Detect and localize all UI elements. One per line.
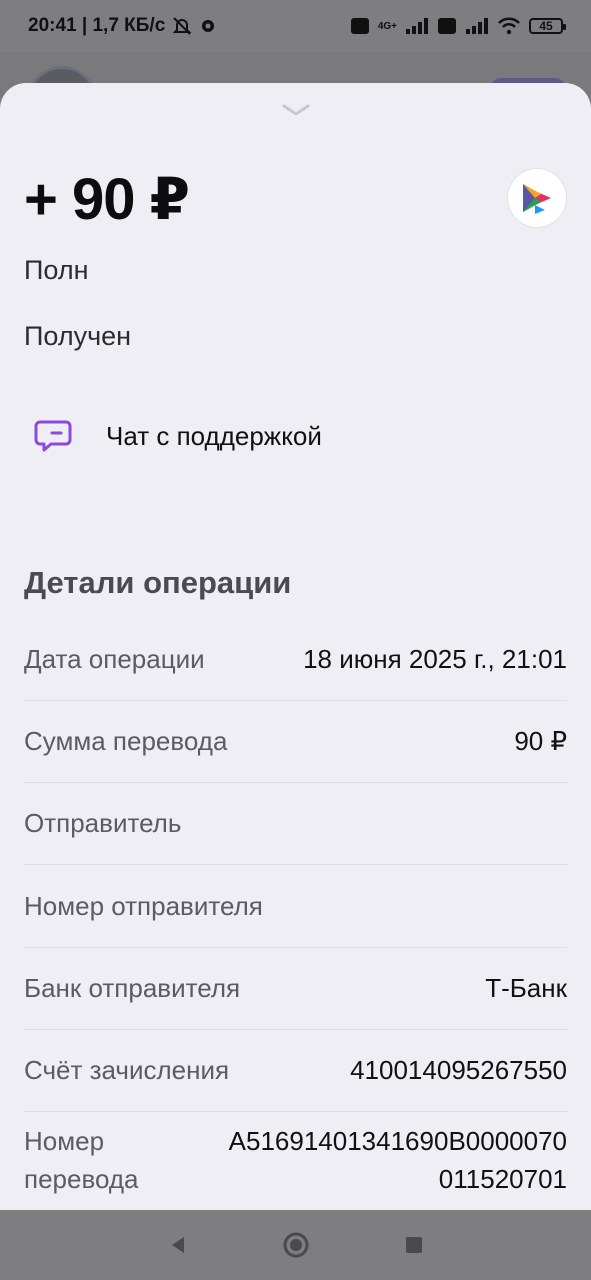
detail-label: Сумма перевода <box>24 726 228 756</box>
volte-icon-2 <box>437 17 457 35</box>
wifi-icon <box>497 17 521 35</box>
system-nav-bar <box>0 1210 591 1280</box>
support-chat-label: Чат с поддержкой <box>106 420 322 451</box>
recents-icon[interactable] <box>403 1234 425 1256</box>
detail-label: Номер перевода <box>24 1126 139 1194</box>
detail-row-sender-number: Номер отправителя <box>24 865 567 948</box>
status-left: 20:41 | 1,7 КБ/с <box>28 15 217 37</box>
details-section-title: Детали операции <box>24 565 292 600</box>
detail-value: 18 июня 2025 г., 21:01 <box>303 643 567 674</box>
gear-icon <box>199 17 217 35</box>
operation-sheet: + 90 ₽ Полн Получен Чат с поддержкой Дет… <box>0 83 591 1210</box>
volte-icon <box>350 17 370 35</box>
detail-row-account: Счёт зачисления 410014095267550 <box>24 1030 567 1112</box>
mute-icon <box>171 15 193 37</box>
detail-value: Т-Банк <box>485 973 567 1003</box>
detail-value: 90 ₽ <box>514 726 567 756</box>
detail-row-sender-bank: Банк отправителя Т-Банк <box>24 948 567 1030</box>
sbp-logo-icon <box>508 169 566 227</box>
detail-label: Счёт зачисления <box>24 1055 230 1085</box>
detail-row-transfer-number: Номер перевода A51691401341690B000007001… <box>24 1112 567 1210</box>
back-icon[interactable] <box>167 1234 189 1256</box>
signal-icon <box>405 17 429 35</box>
chevron-down-icon[interactable] <box>281 103 311 122</box>
battery-icon: 45 <box>529 18 566 34</box>
counterparty-name: Полн <box>24 255 89 285</box>
detail-row-sender: Отправитель <box>24 783 567 865</box>
support-chat-button[interactable]: Чат с поддержкой <box>0 403 591 469</box>
chat-bubble-icon <box>34 419 72 453</box>
details-list: Дата операции 18 июня 2025 г., 21:01 Сум… <box>24 618 567 1210</box>
signal-icon-2 <box>465 17 489 35</box>
status-right: 4G+ 45 <box>350 17 566 35</box>
detail-row-amount: Сумма перевода 90 ₽ <box>24 701 567 783</box>
detail-label: Банк отправителя <box>24 973 241 1003</box>
detail-value: A51691401341690B0000070011520701 <box>228 1126 567 1194</box>
detail-label: Отправитель <box>24 808 182 838</box>
home-icon[interactable] <box>282 1231 310 1259</box>
detail-value: 410014095267550 <box>350 1055 567 1085</box>
status-bar: 20:41 | 1,7 КБ/с 4G+ 45 <box>0 0 591 52</box>
transaction-amount: + 90 ₽ <box>24 167 190 232</box>
status-time: 20:41 | 1,7 КБ/с <box>28 15 166 36</box>
detail-label: Номер отправителя <box>24 890 263 921</box>
transaction-status: Получен <box>24 321 132 351</box>
detail-row-date: Дата операции 18 июня 2025 г., 21:01 <box>24 618 567 701</box>
network-type-badge: 4G+ <box>377 20 397 32</box>
detail-label: Дата операции <box>24 643 205 674</box>
